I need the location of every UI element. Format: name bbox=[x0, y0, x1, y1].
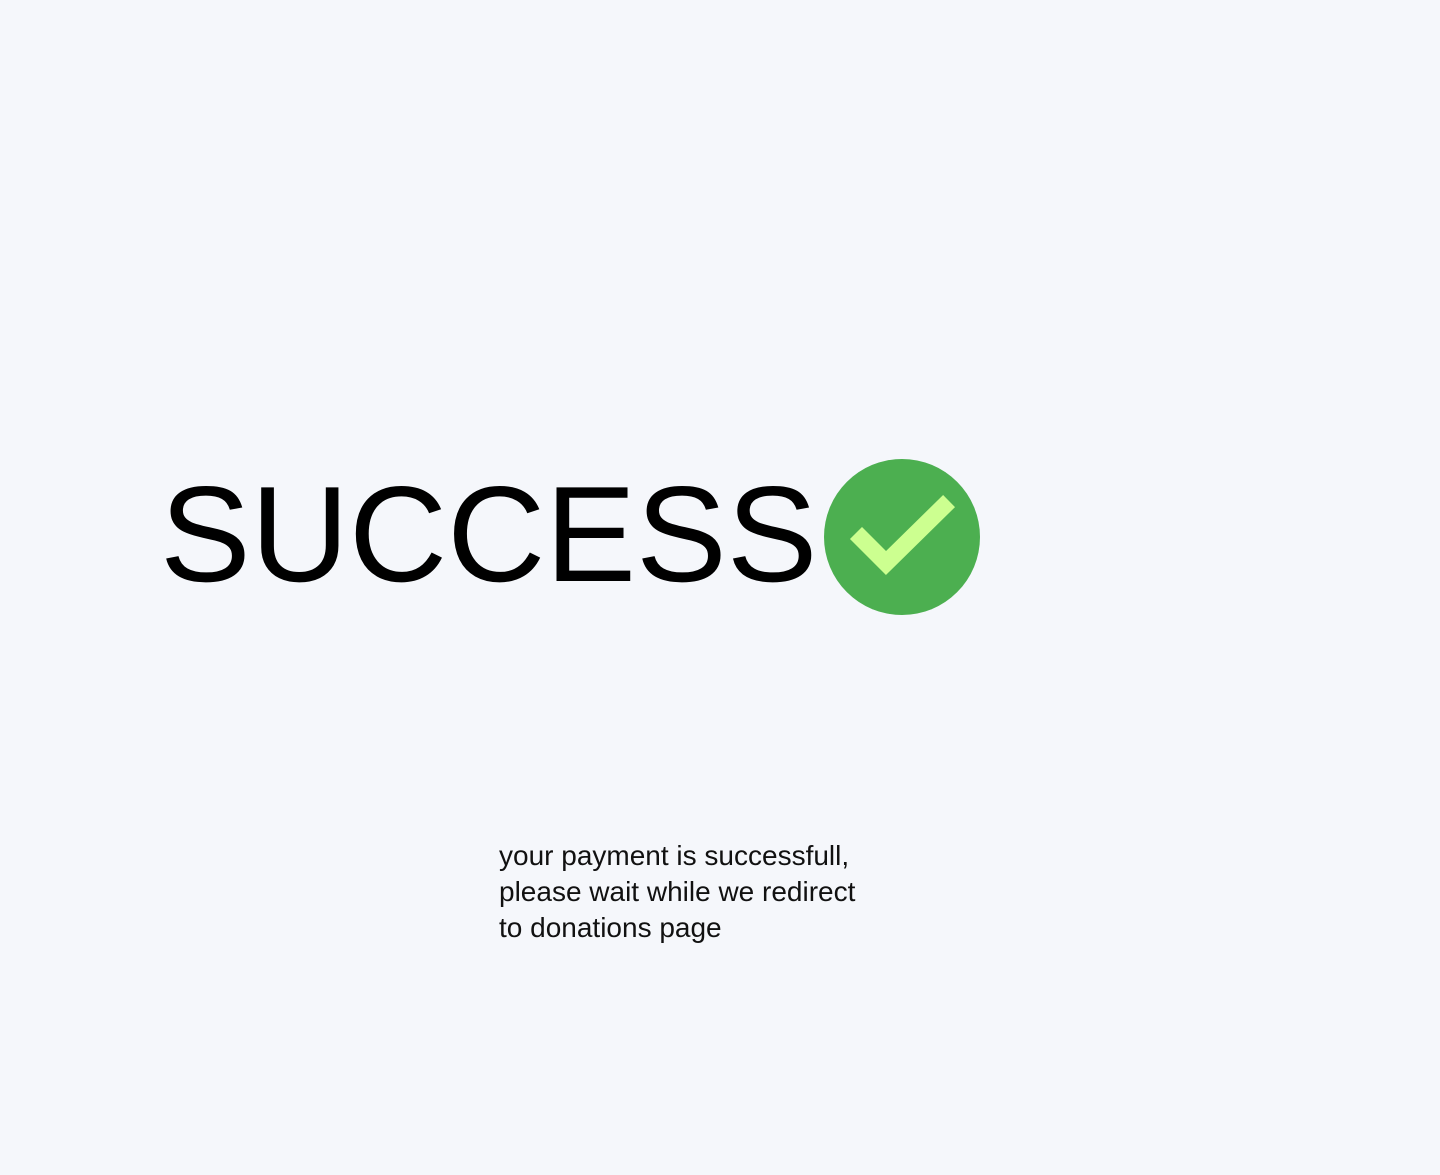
payment-message: your payment is successfull, please wait… bbox=[499, 838, 929, 946]
payment-message-line-3: to donations page bbox=[499, 912, 722, 943]
payment-success-page: SUCCESS your payment is successfull, ple… bbox=[0, 0, 1440, 1175]
payment-message-line-1: your payment is successfull, bbox=[499, 840, 850, 871]
payment-message-line-2: please wait while we redirect bbox=[499, 876, 856, 907]
check-circle-icon bbox=[824, 459, 980, 615]
success-title: SUCCESS bbox=[160, 458, 818, 610]
